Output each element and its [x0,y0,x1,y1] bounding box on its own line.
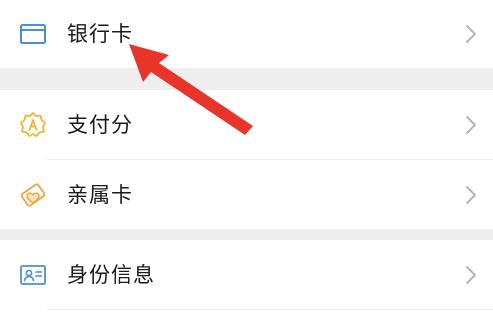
chevron-right-icon [465,24,477,44]
id-card-icon [18,260,48,290]
menu-item-label: 支付分 [67,113,133,137]
menu-item-bank-card[interactable]: 银行卡 [0,0,493,68]
family-card-icon [18,180,48,210]
section-gap [0,229,493,240]
menu-item-identity-info[interactable]: 身份信息 [0,240,493,319]
chevron-right-icon [465,115,477,135]
chevron-right-icon [465,185,477,205]
menu-item-payment-score[interactable]: 支付分 [0,90,493,159]
section-gap [0,68,493,90]
menu-item-label: 身份信息 [67,263,155,287]
menu-item-label: 亲属卡 [67,183,133,207]
payment-score-icon [18,110,48,140]
bank-card-icon [18,19,48,49]
menu-item-family-card[interactable]: 亲属卡 [0,160,493,229]
row-divider [47,309,493,310]
menu-item-label: 银行卡 [67,22,133,46]
chevron-right-icon [465,265,477,285]
settings-menu: 银行卡 支付分 亲属卡 身份信息 [0,0,493,319]
